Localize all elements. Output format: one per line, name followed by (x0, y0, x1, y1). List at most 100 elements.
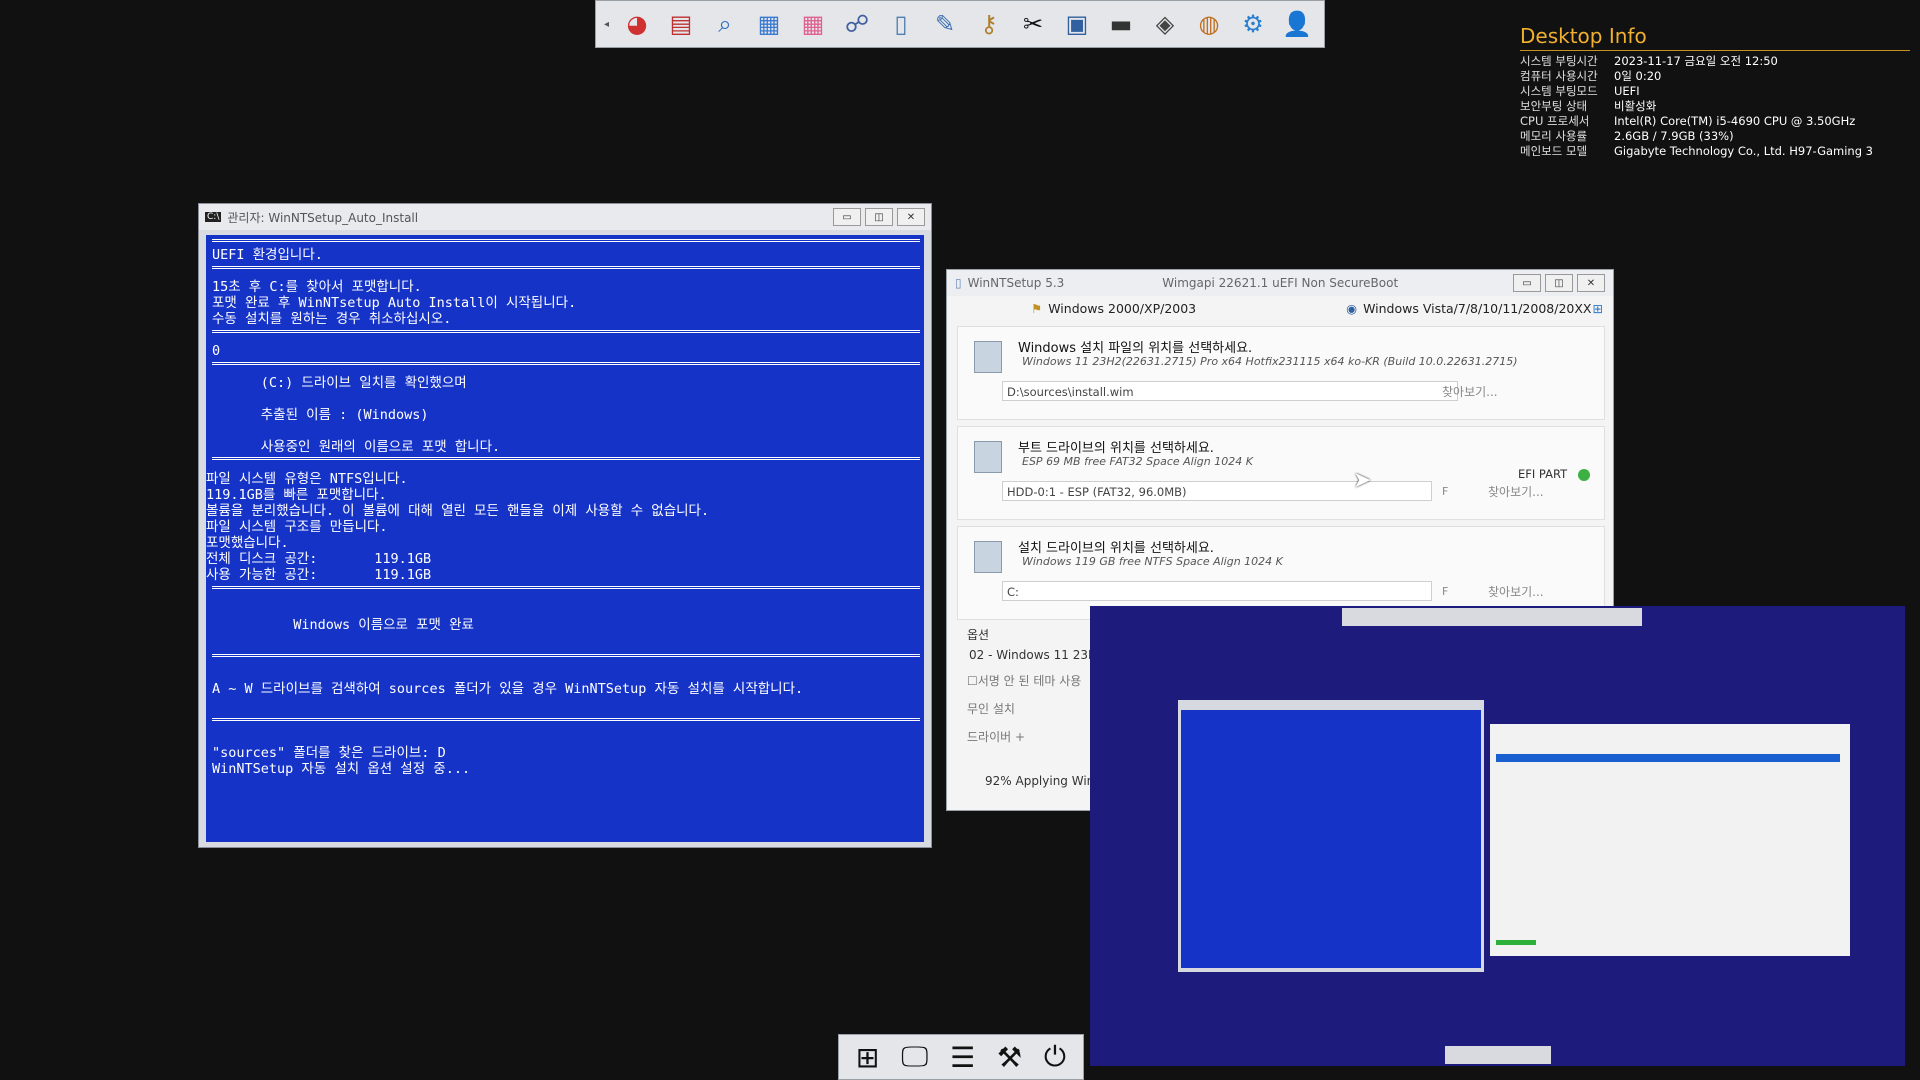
monitor-icon[interactable]: 🖵 (901, 1040, 928, 1074)
maximize-button[interactable]: ◫ (1545, 274, 1573, 292)
window-title: WinNTSetup 5.3 (967, 276, 1065, 290)
info-value: 비활성화 (1614, 99, 1657, 113)
wimgapi-info: Wimgapi 22621.1 uEFI Non SecureBoot (1162, 276, 1399, 290)
separator (212, 586, 920, 589)
separator (212, 457, 920, 460)
console-line: "sources" 폴더를 찾은 드라이브: D (212, 745, 446, 761)
drivers-option[interactable]: 드라이버 + (967, 728, 1025, 745)
app-store-icon[interactable]: ▦ (794, 5, 832, 43)
console-titlebar[interactable]: C:\ 관리자: WinNTSetup_Auto_Install ▭ ◫ ✕ (199, 204, 931, 230)
diamond-icon[interactable]: ◈ (1146, 5, 1184, 43)
add-user-icon[interactable]: 👤 (1278, 5, 1316, 43)
console-line: WinNTSetup 자동 설치 옵션 설정 중... (212, 761, 471, 777)
info-row: 보안부팅 상태 비활성화 (1520, 99, 1910, 114)
info-value: 0일 0:20 (1614, 69, 1662, 83)
console-line: 추출된 이름 : (Windows) (212, 407, 429, 423)
source-path-field[interactable]: D:\sources\install.wim (1002, 381, 1458, 401)
desktop-info-panel: Desktop Info 시스템 부팅시간 2023-11-17 금요일 오전 1… (1520, 24, 1910, 159)
maximize-button[interactable]: ◫ (865, 208, 893, 226)
boot-browse-button[interactable]: 찾아보기... (1488, 483, 1544, 500)
install-files-icon (974, 341, 1002, 373)
separator (212, 239, 920, 242)
source-browse-button[interactable]: 찾아보기... (1442, 383, 1498, 400)
console-line: 사용중인 원래의 이름으로 포맷 합니다. (212, 439, 501, 455)
network-icon[interactable]: ☍ (838, 5, 876, 43)
os-tabs: ⚑ Windows 2000/XP/2003 ◉ Windows Vista/7… (947, 296, 1613, 320)
boot-section: 부트 드라이브의 위치를 선택하세요. ESP 69 MB free FAT32… (957, 426, 1605, 520)
console-line: Windows 이름으로 포맷 완료 (212, 617, 474, 633)
settings-gear-icon[interactable]: ⚙ (1234, 5, 1272, 43)
efi-part-label: EFI PART (1518, 467, 1568, 481)
bottom-launcher-toolbar: ⊞ 🖵 ☰ ⚒ ⏻ (838, 1034, 1084, 1080)
hammer-icon[interactable]: ⚒ (997, 1041, 1022, 1074)
progress-status: 92% Applying Wind (985, 774, 1102, 788)
notepad-icon[interactable]: ▯ (882, 5, 920, 43)
minimize-button[interactable]: ▭ (833, 208, 861, 226)
preview-console-body (1181, 710, 1481, 968)
preview-console-window (1178, 700, 1484, 972)
console-title: 관리자: WinNTSetup_Auto_Install (227, 210, 419, 225)
separator (212, 362, 920, 365)
minimize-button[interactable]: ▭ (1513, 274, 1541, 292)
windows-tiles-icon[interactable]: ▦ (750, 5, 788, 43)
close-button[interactable]: ✕ (1577, 274, 1605, 292)
preview-bottom-toolbar (1445, 1046, 1551, 1064)
console-line: A ~ W 드라이브를 검색하여 sources 폴더가 있을 경우 WinNT… (212, 681, 804, 697)
unattended-option[interactable]: 무인 설치 (967, 700, 1015, 717)
search-icon[interactable]: ⌕ (706, 5, 744, 43)
status-indicator-icon (1578, 469, 1590, 481)
info-row: 컴퓨터 사용시간 0일 0:20 (1520, 69, 1910, 84)
info-key: 보안부팅 상태 (1520, 99, 1588, 113)
windows-logo-icon[interactable]: ⊞ (856, 1041, 879, 1074)
info-value: Intel(R) Core(TM) i5-4690 CPU @ 3.50GHz (1614, 114, 1856, 128)
tab-legacy[interactable]: Windows 2000/XP/2003 (1048, 301, 1196, 316)
console-line: (C:) 드라이브 일치를 확인했으며 (212, 375, 467, 391)
separator (212, 654, 920, 657)
info-row: 시스템 부팅시간 2023-11-17 금요일 오전 12:50 (1520, 54, 1910, 69)
source-info: Windows 11 23H2(22631.2715) Pro x64 Hotf… (1022, 355, 1518, 368)
install-drive-letter: F (1442, 585, 1449, 598)
console-line: 수동 설치를 원하는 경우 취소하십시오. (212, 311, 452, 327)
partition-icon[interactable]: ◕ (618, 5, 656, 43)
edition-select[interactable]: 02 - Windows 11 23H (969, 648, 1097, 662)
install-drive-select[interactable]: C: (1002, 581, 1432, 601)
tasklist-icon[interactable]: ☰ (950, 1041, 975, 1074)
unsigned-theme-checkbox[interactable]: ☐서명 안 된 테마 사용 (967, 672, 1081, 689)
preview-setup-window (1490, 724, 1850, 956)
power-icon[interactable]: ⏻ (1044, 1040, 1066, 1074)
backup-icon[interactable]: ◍ (1190, 5, 1228, 43)
info-row: 메모리 사용률 2.6GB / 7.9GB (33%) (1520, 129, 1910, 144)
console-line: UEFI 환경입니다. (212, 247, 323, 263)
keys-icon[interactable]: ⚷ (970, 5, 1008, 43)
user-folder-icon[interactable]: ▣ (1058, 5, 1096, 43)
tools-icon[interactable]: ✎ (926, 5, 964, 43)
info-row: 시스템 부팅모드 UEFI (1520, 84, 1910, 99)
toolbar-grip[interactable]: ◂ (604, 19, 612, 30)
preview-toolbar (1342, 608, 1642, 626)
close-button[interactable]: ✕ (897, 208, 925, 226)
console-line: 119.1GB를 빠른 포맷합니다. (206, 487, 387, 503)
console-line: 사용 가능한 공간: 119.1GB (206, 567, 432, 583)
app-icon: ▯ (955, 276, 962, 290)
preview-progress-bar (1496, 940, 1536, 945)
install-browse-button[interactable]: 찾아보기... (1488, 583, 1544, 600)
drive-icon[interactable]: ▬ (1102, 5, 1140, 43)
info-key: 메인보드 모델 (1520, 144, 1588, 158)
repair-icon[interactable]: ✂ (1014, 5, 1052, 43)
separator (212, 718, 920, 721)
winntsetup-titlebar[interactable]: ▯ WinNTSetup 5.3 Wimgapi 22621.1 uEFI No… (947, 270, 1613, 296)
tab-modern-icon: ◉ (1346, 300, 1358, 316)
tab-modern[interactable]: Windows Vista/7/8/10/11/2008/20XX (1363, 301, 1591, 316)
screen-preview-thumbnail (1090, 606, 1905, 1066)
info-key: 시스템 부팅모드 (1520, 84, 1598, 98)
boot-drive-icon (974, 441, 1002, 473)
separator (212, 330, 920, 333)
console-line: 포맷 완료 후 WinNTsetup Auto Install이 시작됩니다. (212, 295, 577, 311)
unsigned-theme-label: 서명 안 된 테마 사용 (977, 674, 1082, 688)
disk-tool-icon[interactable]: ▤ (662, 5, 700, 43)
console-line: 15초 후 C:를 찾아서 포맷합니다. (212, 279, 422, 295)
info-key: 메모리 사용률 (1520, 129, 1588, 143)
info-value: Gigabyte Technology Co., Ltd. H97-Gaming… (1614, 144, 1873, 158)
console-output: UEFI 환경입니다. 15초 후 C:를 찾아서 포맷합니다. 포맷 완료 후… (206, 235, 924, 842)
info-key: 컴퓨터 사용시간 (1520, 69, 1598, 83)
